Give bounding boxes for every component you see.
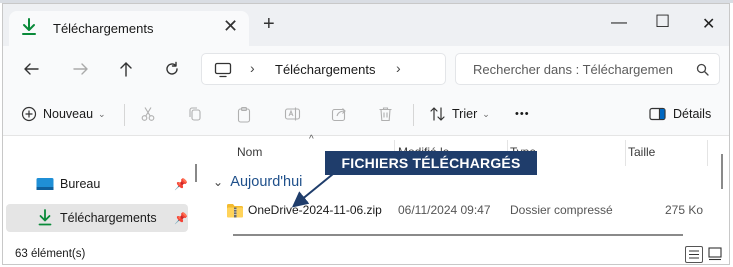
list-view-icon (689, 250, 699, 259)
annotation-arrow (291, 173, 334, 208)
item-count: 63 élément(s) (15, 248, 86, 260)
tiles-view-button[interactable] (707, 246, 725, 263)
status-bar: 63 élément(s) (3, 244, 729, 264)
file-explorer-window: Téléchargements ✕ + — ☐ ✕ › Téléchargeme… (2, 3, 730, 265)
annotation-label: FICHIERS TÉLÉCHARGÉS (325, 151, 537, 175)
tiles-view-icon (708, 247, 722, 261)
details-view-button[interactable] (685, 246, 703, 263)
